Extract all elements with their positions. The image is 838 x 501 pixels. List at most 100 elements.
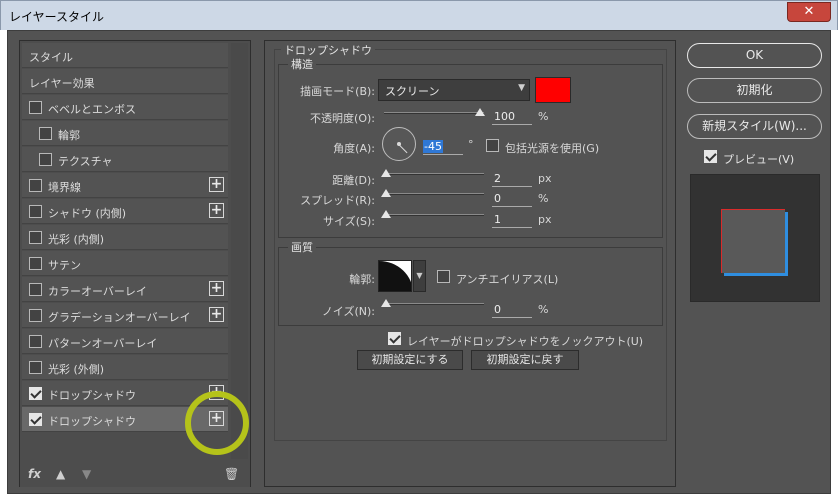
ok-button[interactable]: OK: [687, 43, 822, 68]
sidebar-item-label: 光彩 (外側): [48, 363, 105, 376]
reset-button[interactable]: 初期化: [687, 78, 822, 103]
add-effect-icon[interactable]: +: [209, 307, 224, 322]
spread-field[interactable]: 0: [492, 191, 532, 207]
angle-field[interactable]: -45: [423, 139, 463, 155]
new-style-button[interactable]: 新規スタイル(W)...: [687, 114, 822, 139]
chevron-down-icon: ▼: [518, 83, 525, 93]
contour-checkbox[interactable]: [39, 127, 52, 140]
global-light-checkbox[interactable]: [486, 139, 499, 152]
stroke-checkbox[interactable]: [29, 179, 42, 192]
size-unit: px: [538, 213, 552, 226]
style-preview: [690, 174, 820, 302]
size-slider-knob[interactable]: [381, 210, 391, 218]
distance-slider-knob[interactable]: [381, 169, 391, 177]
blend-mode-value: スクリーン: [385, 85, 440, 98]
sidebar-item-outer-glow[interactable]: 光彩 (外側): [22, 355, 228, 380]
angle-dial[interactable]: [382, 127, 416, 161]
opacity-slider[interactable]: [384, 108, 485, 116]
contour-dropdown[interactable]: ▼: [413, 260, 426, 292]
angle-unit: °: [468, 138, 474, 151]
preview-swatch: [722, 210, 785, 273]
sidebar-item-label: 境界線: [48, 181, 81, 194]
sidebar-item-label: シャドウ (内側): [48, 207, 127, 220]
noise-slider-knob[interactable]: [381, 299, 391, 307]
inner-shadow-checkbox[interactable]: [29, 205, 42, 218]
sidebar-item-label: カラーオーバーレイ: [48, 285, 147, 298]
preview-checkbox[interactable]: [704, 150, 717, 163]
contour-label: 輪郭:: [349, 273, 375, 286]
contour-preview[interactable]: [378, 260, 412, 292]
highlight-circle-annotation: [185, 391, 249, 455]
sidebar-item-label: 輪郭: [58, 129, 80, 142]
add-effect-icon[interactable]: +: [209, 203, 224, 218]
gradient-overlay-checkbox[interactable]: [29, 309, 42, 322]
move-up-icon[interactable]: ▲: [56, 467, 65, 481]
sidebar-item-stroke[interactable]: 境界線 +: [22, 173, 228, 198]
quality-title: 画質: [288, 239, 316, 255]
sidebar-item-label: スタイル: [29, 51, 73, 64]
sidebar-item-inner-shadow[interactable]: シャドウ (内側) +: [22, 199, 228, 224]
sidebar-item-inner-glow[interactable]: 光彩 (内側): [22, 225, 228, 250]
add-effect-icon[interactable]: +: [209, 281, 224, 296]
opacity-label: 不透明度(O):: [310, 112, 375, 125]
angle-label: 角度(A):: [333, 142, 375, 155]
sidebar-item-label: グラデーションオーバーレイ: [48, 311, 191, 324]
bevel-emboss-checkbox[interactable]: [29, 101, 42, 114]
reset-default-button[interactable]: 初期設定に戻す: [471, 350, 579, 370]
size-field[interactable]: 1: [492, 212, 532, 228]
contour-curve: [379, 261, 411, 291]
texture-checkbox[interactable]: [39, 153, 52, 166]
sidebar-item-texture[interactable]: テクスチャ: [22, 147, 228, 172]
drop-shadow-settings-panel: ドロップシャドウ 構造 描画モード(B): スクリーン ▼ 不透明度(O): 1…: [264, 40, 676, 487]
spread-slider[interactable]: [381, 189, 484, 197]
size-label: サイズ(S):: [323, 215, 375, 228]
angle-value: -45: [423, 140, 443, 153]
satin-checkbox[interactable]: [29, 257, 42, 270]
effects-toolbar: fx ▲ ▼ 🗑: [20, 461, 250, 487]
sidebar-item-bevel-emboss[interactable]: ベベルとエンボス: [22, 95, 228, 120]
sidebar-item-gradient-overlay[interactable]: グラデーションオーバーレイ +: [22, 303, 228, 328]
opacity-field[interactable]: 100: [492, 109, 532, 125]
sidebar-item-satin[interactable]: サテン: [22, 251, 228, 276]
make-default-button[interactable]: 初期設定にする: [357, 350, 463, 370]
sidebar-item-label: レイヤー効果: [29, 77, 95, 90]
sidebar-item-pattern-overlay[interactable]: パターンオーバーレイ: [22, 329, 228, 354]
shadow-color-swatch[interactable]: [535, 77, 571, 103]
distance-slider[interactable]: [381, 169, 484, 177]
add-effect-icon[interactable]: +: [209, 177, 224, 192]
fx-icon[interactable]: fx: [28, 467, 41, 481]
sidebar-item-label: パターンオーバーレイ: [48, 337, 158, 350]
outer-glow-checkbox[interactable]: [29, 361, 42, 374]
blend-mode-select[interactable]: スクリーン ▼: [378, 79, 530, 101]
size-slider[interactable]: [381, 210, 484, 218]
window-titlebar: レイヤースタイル ✕: [0, 0, 838, 30]
drop-shadow-2-checkbox[interactable]: [29, 413, 42, 426]
antialias-checkbox[interactable]: [437, 270, 450, 283]
dialog-body: スタイル レイヤー効果 ベベルとエンボス 輪郭 テクスチャ 境界線 + シャドウ …: [7, 30, 831, 494]
spread-slider-knob[interactable]: [381, 189, 391, 197]
noise-slider[interactable]: [381, 299, 484, 307]
sidebar-item-contour[interactable]: 輪郭: [22, 121, 228, 146]
sidebar-item-color-overlay[interactable]: カラーオーバーレイ +: [22, 277, 228, 302]
distance-field[interactable]: 2: [492, 171, 532, 187]
distance-label: 距離(D):: [332, 174, 375, 187]
drop-shadow-1-checkbox[interactable]: [29, 387, 42, 400]
move-down-icon[interactable]: ▼: [82, 467, 91, 481]
knockout-checkbox[interactable]: [388, 332, 401, 345]
blend-mode-label: 描画モード(B):: [300, 85, 375, 98]
sidebar-item-label: テクスチャ: [58, 155, 113, 168]
angle-dial-center: [397, 142, 401, 146]
opacity-slider-knob[interactable]: [475, 108, 485, 116]
sidebar-item-layer-effects[interactable]: レイヤー効果: [22, 69, 228, 94]
pattern-overlay-checkbox[interactable]: [29, 335, 42, 348]
inner-glow-checkbox[interactable]: [29, 231, 42, 244]
color-overlay-checkbox[interactable]: [29, 283, 42, 296]
opacity-unit: %: [538, 110, 549, 123]
noise-field[interactable]: 0: [492, 302, 532, 318]
spread-label: スプレッド(R):: [300, 194, 375, 207]
spread-unit: %: [538, 192, 549, 205]
sidebar-item-label: ドロップシャドウ: [48, 415, 136, 428]
trash-icon[interactable]: 🗑: [224, 467, 239, 481]
sidebar-item-style[interactable]: スタイル: [22, 43, 228, 68]
close-button[interactable]: ✕: [787, 2, 831, 22]
